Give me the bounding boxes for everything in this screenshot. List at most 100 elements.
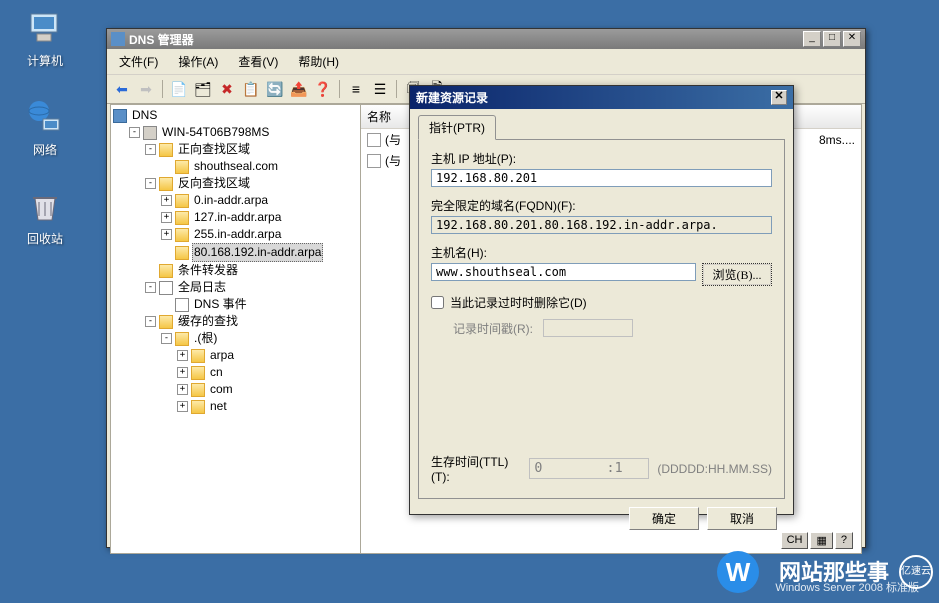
cancel-button[interactable]: 取消 xyxy=(707,507,777,530)
menu-file[interactable]: 文件(F) xyxy=(113,51,164,72)
dns-titlebar[interactable]: DNS 管理器 _ □ ✕ xyxy=(107,29,865,49)
tree-rev-zones[interactable]: -反向查找区域 xyxy=(145,175,358,192)
ok-button[interactable]: 确定 xyxy=(629,507,699,530)
tree-cache[interactable]: -缓存的查找 xyxy=(145,313,358,330)
lang-ch[interactable]: CH xyxy=(781,532,809,549)
expand-icon[interactable]: + xyxy=(161,195,172,206)
collapse-icon[interactable]: - xyxy=(145,144,156,155)
up-button[interactable]: 📄 xyxy=(168,78,190,100)
show-hide-button[interactable]: 🗂 xyxy=(192,78,214,100)
folder-icon xyxy=(191,383,205,397)
new-resource-record-dialog: 新建资源记录 ✕ 指针(PTR) 主机 IP 地址(P): 完全限定的域名(FQ… xyxy=(409,85,794,515)
folder-icon xyxy=(175,211,189,225)
dialog-title-text: 新建资源记录 xyxy=(416,89,771,106)
tree-rev-0[interactable]: +0.in-addr.arpa xyxy=(161,192,358,209)
ttl-label: 生存时间(TTL)(T): xyxy=(431,453,521,484)
timestamp-input xyxy=(543,319,633,337)
tree-fwd-domain[interactable]: shouthseal.com xyxy=(161,158,358,175)
computer-icon xyxy=(25,8,65,48)
host-ip-input[interactable] xyxy=(431,169,772,187)
folder-icon xyxy=(191,400,205,414)
dns-app-icon xyxy=(111,32,125,46)
expand-icon[interactable]: + xyxy=(161,212,172,223)
folder-icon xyxy=(191,366,205,380)
tab-ptr[interactable]: 指针(PTR) xyxy=(418,115,496,140)
hostname-input[interactable] xyxy=(431,263,696,281)
ttl-input xyxy=(529,458,649,479)
ime-icon[interactable]: ▦ xyxy=(810,532,832,549)
delete-stale-checkbox[interactable] xyxy=(431,296,444,309)
folder-icon xyxy=(159,177,173,191)
desktop-network[interactable]: 网络 xyxy=(10,97,80,158)
collapse-icon[interactable]: - xyxy=(145,282,156,293)
tree-fwd-zones[interactable]: -正向查找区域 xyxy=(145,141,358,158)
server-icon xyxy=(143,126,157,140)
tree-pane[interactable]: DNS -WIN-54T06B798MS -正向查找区域 shouthseal.… xyxy=(111,105,361,553)
tree-rev-127[interactable]: +127.in-addr.arpa xyxy=(161,209,358,226)
menu-view[interactable]: 查看(V) xyxy=(232,51,284,72)
collapse-icon[interactable]: - xyxy=(161,333,172,344)
folder-icon xyxy=(191,349,205,363)
folder-icon xyxy=(175,160,189,174)
collapse-icon[interactable]: - xyxy=(145,316,156,327)
ime-help-icon[interactable]: ? xyxy=(835,532,853,549)
window-title: DNS 管理器 xyxy=(129,31,803,48)
menu-help[interactable]: 帮助(H) xyxy=(292,51,345,72)
folder-icon xyxy=(159,315,173,329)
collapse-icon[interactable]: - xyxy=(129,127,140,138)
expand-icon[interactable]: + xyxy=(177,367,188,378)
dns-icon xyxy=(113,109,127,123)
tree-rev-255[interactable]: +255.in-addr.arpa xyxy=(161,226,358,243)
log-icon xyxy=(159,281,173,295)
refresh-button[interactable]: 🔄 xyxy=(264,78,286,100)
tree-tld-arpa[interactable]: +arpa xyxy=(177,347,358,364)
maximize-button[interactable]: □ xyxy=(823,31,841,47)
folder-icon xyxy=(175,194,189,208)
event-icon xyxy=(175,298,189,312)
language-bar[interactable]: CH ▦ ? xyxy=(781,532,853,549)
dialog-titlebar[interactable]: 新建资源记录 ✕ xyxy=(410,86,793,109)
os-watermark: Windows Server 2008 标准版 xyxy=(775,579,919,595)
tree-cond-fwd[interactable]: 条件转发器 xyxy=(145,262,358,279)
tree-server[interactable]: -WIN-54T06B798MS xyxy=(129,124,358,141)
nav-forward-button[interactable]: ➡ xyxy=(135,78,157,100)
menu-action[interactable]: 操作(A) xyxy=(172,51,224,72)
tree-root-dot[interactable]: -.(根) xyxy=(161,330,358,347)
tree-global-log[interactable]: -全局日志 xyxy=(145,279,358,296)
ttl-hint: (DDDDD:HH.MM.SS) xyxy=(657,462,772,476)
folder-icon xyxy=(159,143,173,157)
folder-icon xyxy=(159,264,173,278)
desktop-computer[interactable]: 计算机 xyxy=(10,8,80,69)
desktop-recycle[interactable]: 回收站 xyxy=(10,186,80,247)
properties-button[interactable]: 📋 xyxy=(240,78,262,100)
expand-icon[interactable]: + xyxy=(177,384,188,395)
tree-tld-cn[interactable]: +cn xyxy=(177,364,358,381)
export-button[interactable]: 📤 xyxy=(288,78,310,100)
fqdn-label: 完全限定的域名(FQDN)(F): xyxy=(431,197,772,214)
help-button[interactable]: ❓ xyxy=(312,78,334,100)
record-icon xyxy=(367,154,381,168)
minimize-button[interactable]: _ xyxy=(803,31,821,47)
list-2-button[interactable]: ☰ xyxy=(369,78,391,100)
list-1-button[interactable]: ≡ xyxy=(345,78,367,100)
expand-icon[interactable]: + xyxy=(177,350,188,361)
recycle-icon xyxy=(25,186,65,226)
delete-button[interactable]: ✖ xyxy=(216,78,238,100)
tree-dns-root[interactable]: DNS xyxy=(113,107,358,124)
expand-icon[interactable]: + xyxy=(161,229,172,240)
folder-icon xyxy=(175,332,189,346)
dialog-close-button[interactable]: ✕ xyxy=(771,90,787,105)
tree-dns-events[interactable]: DNS 事件 xyxy=(161,296,358,313)
network-icon xyxy=(25,97,65,137)
close-button[interactable]: ✕ xyxy=(843,31,861,47)
folder-icon xyxy=(175,228,189,242)
folder-icon xyxy=(175,246,189,260)
browse-button[interactable]: 浏览(B)... xyxy=(702,263,772,286)
expand-icon[interactable]: + xyxy=(177,401,188,412)
tree-tld-net[interactable]: +net xyxy=(177,398,358,415)
tree-tld-com[interactable]: +com xyxy=(177,381,358,398)
tree-rev-80[interactable]: 80.168.192.in-addr.arpa xyxy=(161,243,358,262)
nav-back-button[interactable]: ⬅ xyxy=(111,78,133,100)
collapse-icon[interactable]: - xyxy=(145,178,156,189)
menubar: 文件(F) 操作(A) 查看(V) 帮助(H) xyxy=(107,49,865,75)
